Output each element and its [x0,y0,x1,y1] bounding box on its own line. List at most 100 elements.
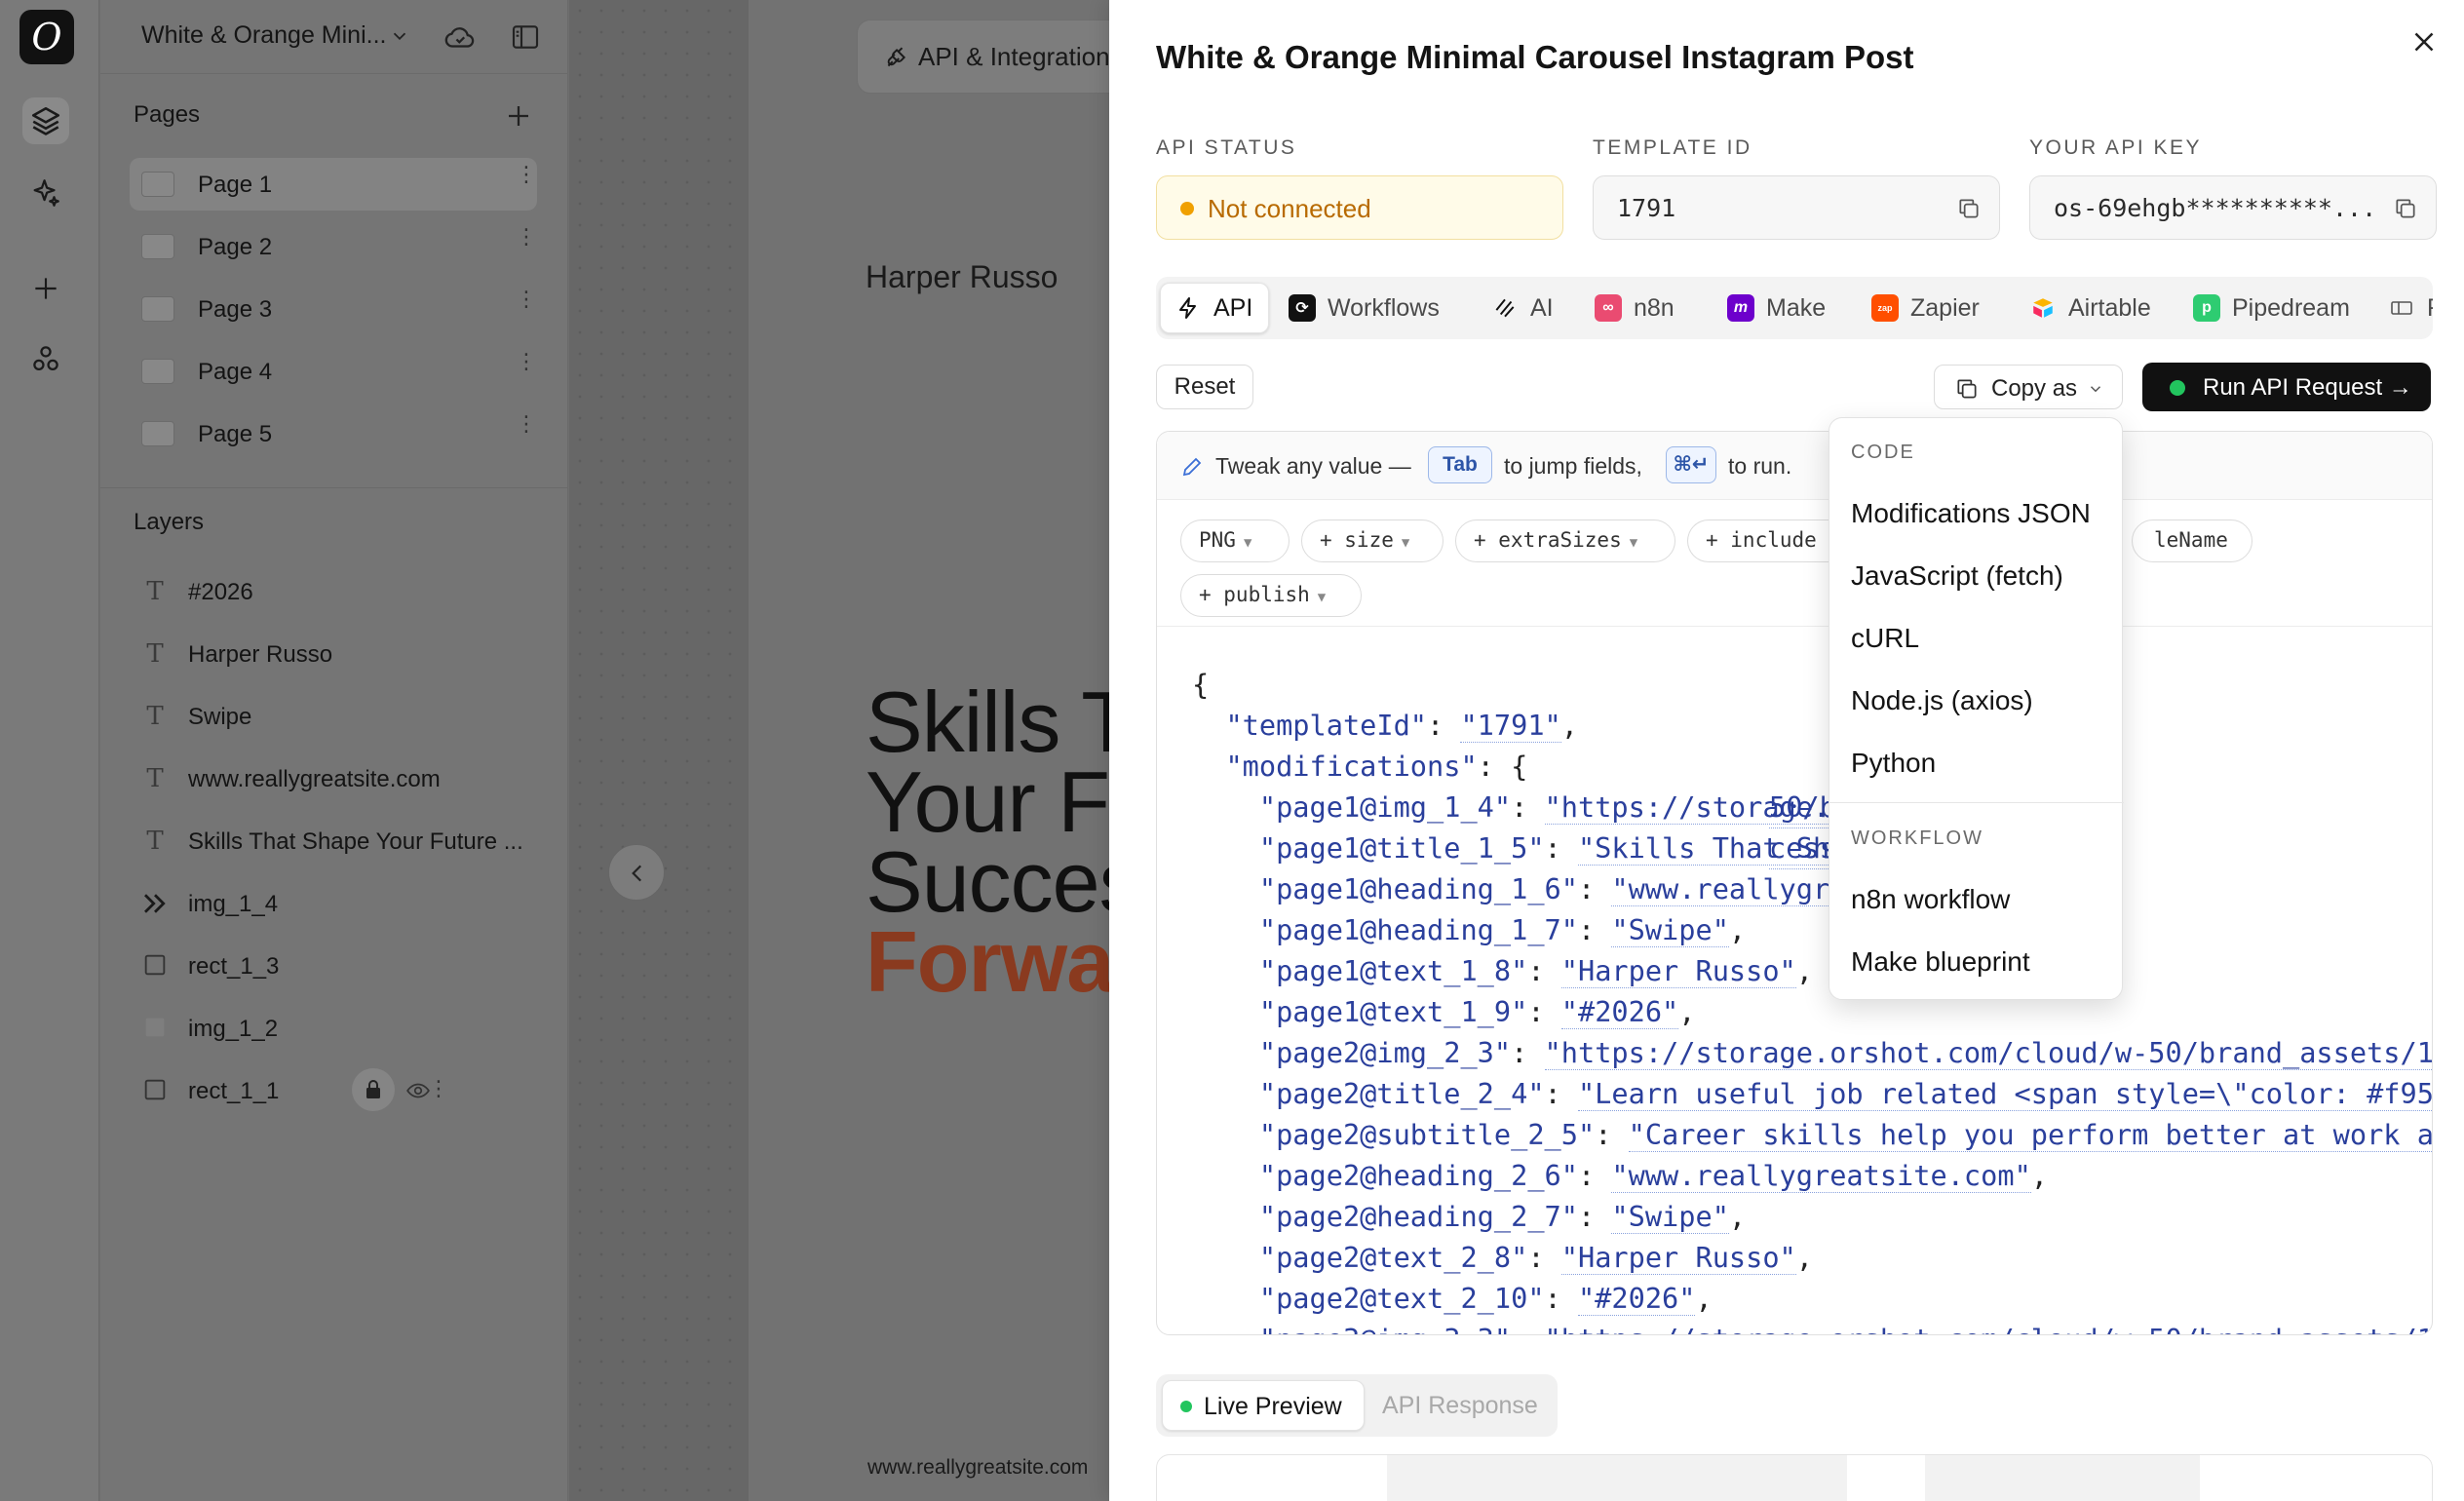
more-options-icon[interactable]: ⋮ [516,289,537,310]
ai-sparkle-icon[interactable] [22,170,69,216]
json-code-block[interactable]: { "templateId": "1791", "modifications":… [1192,664,2432,1334]
filename-chip[interactable]: leName [2132,520,2252,562]
layer-more-icon[interactable]: ⋮ [428,1076,449,1101]
tab-workflows[interactable]: ⟳ Workflows [1275,283,1470,333]
page-thumbnail [141,296,174,322]
code-line: "page2@text_2_10": "#2026", [1258,1282,1713,1316]
size-chip[interactable]: + size ▼ [1301,520,1444,562]
page-item-5[interactable]: Page 5 ⋮ [130,407,537,460]
toggle-sidebar-icon[interactable] [510,21,541,53]
chevron-down-icon: ▼ [1317,590,1327,605]
text-layer-icon: T [146,702,164,731]
menu-item-modifications-json[interactable]: Modifications JSON [1851,498,2091,529]
api-integrations-button[interactable]: API & Integrations [857,19,1149,94]
close-icon[interactable] [2407,25,2441,58]
tab-n8n[interactable]: ∞ n8n [1581,283,1708,333]
modal-title: White & Orange Minimal Carousel Instagra… [1156,39,1914,75]
left-rail: O [0,0,99,1501]
json-key: "page1@text_1_8" [1258,954,1528,987]
bolt-icon [1174,294,1202,322]
layer-item[interactable]: T #2026 [139,567,549,616]
copy-icon[interactable] [2393,196,2418,221]
menu-item-curl[interactable]: cURL [1851,623,1919,654]
publish-chip[interactable]: + publish ▼ [1180,574,1362,617]
layer-item[interactable]: img_1_4 [139,879,549,928]
chevron-down-icon[interactable] [389,25,410,47]
add-icon[interactable] [22,265,69,312]
copy-as-dropdown: CODE Modifications JSON JavaScript (fetc… [1829,417,2124,1000]
layer-label: #2026 [188,579,253,605]
format-chip[interactable]: PNG ▼ [1180,520,1290,562]
pages-layers-panel: White & Orange Mini... Pages Page 1 ⋮ Pa… [100,0,568,1501]
layer-item[interactable]: img_1_2 [139,1004,549,1053]
document-header: White & Orange Mini... [100,0,568,74]
json-key: "page2@title_2_4" [1258,1077,1545,1110]
layer-item[interactable]: T Skills That Shape Your Future ... [139,817,549,866]
menu-item-javascript-fetch[interactable]: JavaScript (fetch) [1851,560,2063,592]
dropdown-section-header: CODE [1851,442,1915,463]
page-label: Page 4 [198,359,273,385]
design-canvas[interactable]: Harper Russo Skills That Your Futur Succ… [569,0,1149,1501]
more-options-icon[interactable]: ⋮ [516,351,537,372]
app-logo-icon[interactable]: O [19,10,74,64]
code-line: "page2@title_2_4": "Learn useful job rel… [1192,1073,2432,1114]
add-page-icon[interactable] [504,101,533,131]
code-line: "page1@text_1_9": "#2026", [1258,995,1696,1029]
layer-item[interactable]: T Swipe [139,692,549,741]
chip-label: + publish [1199,583,1310,606]
layer-item[interactable]: T www.reallygreatsite.com [139,754,549,803]
cloud-sync-icon[interactable] [443,21,477,55]
tab-pipedream[interactable]: p Pipedream [2179,283,2370,333]
json-value: "1791" [1460,709,1561,743]
layers-icon[interactable] [22,97,69,144]
json-key: "page1@text_1_9" [1258,995,1528,1028]
n8n-icon: ∞ [1595,294,1622,322]
tab-airtable[interactable]: Airtable [2016,283,2172,333]
layer-item[interactable]: rect_1_1 ⋮ [139,1066,549,1115]
hint-text: to run. [1728,453,1792,479]
page-item-4[interactable]: Page 4 ⋮ [130,345,537,398]
preview-placeholder [1387,1455,1847,1501]
tab-form[interactable]: F [2374,283,2433,333]
tab-make[interactable]: m Make [1713,283,1850,333]
reset-button[interactable]: Reset [1156,365,1253,409]
tab-ai[interactable]: AI [1478,283,1575,333]
page-item-2[interactable]: Page 2 ⋮ [130,220,537,273]
menu-item-nodejs-axios[interactable]: Node.js (axios) [1851,685,2033,716]
extra-sizes-chip[interactable]: + extraSizes ▼ [1455,520,1675,562]
tab-api[interactable]: API [1160,283,1269,333]
request-editor: Tweak any value — Tab to jump fields, ⌘↵… [1156,431,2433,1335]
json-value: "Harper Russo" [1560,1241,1796,1275]
ai-icon [1491,294,1519,322]
layer-item[interactable]: rect_1_3 [139,942,549,990]
template-id-value: 1791 [1617,194,1676,222]
copy-icon[interactable] [1956,196,1982,221]
page-item-1[interactable]: Page 1 ⋮ [130,158,537,211]
previous-page-button[interactable] [608,844,665,901]
menu-item-n8n-workflow[interactable]: n8n workflow [1851,884,2010,915]
lock-button[interactable] [352,1068,395,1111]
page-item-3[interactable]: Page 3 ⋮ [130,283,537,335]
tab-api-response[interactable]: API Response [1382,1380,1538,1431]
hint-text: Tweak any value — [1215,453,1411,479]
document-title[interactable]: White & Orange Mini... [141,21,386,50]
more-options-icon[interactable]: ⋮ [516,164,537,185]
code-line: "page1@text_1_8": "Harper Russo", [1258,954,1813,988]
run-api-request-button[interactable]: Run API Request → [2142,363,2431,411]
tab-live-preview[interactable]: Live Preview [1162,1380,1365,1431]
preview-area [1156,1454,2433,1501]
layer-label: Swipe [188,704,252,730]
more-options-icon[interactable]: ⋮ [516,413,537,435]
copy-as-button[interactable]: Copy as [1934,365,2123,409]
tab-label: Airtable [2068,293,2151,322]
tab-zapier[interactable]: zap Zapier [1858,283,2010,333]
tab-label: AI [1530,293,1554,322]
more-options-icon[interactable]: ⋮ [516,226,537,248]
components-icon[interactable] [22,335,69,382]
chip-label: + include [1706,528,1817,552]
menu-item-python[interactable]: Python [1851,748,1936,779]
layer-item[interactable]: T Harper Russo [139,630,549,678]
menu-item-make-blueprint[interactable]: Make blueprint [1851,946,2030,978]
json-value: "https://storage.orshot.com/cloud/w-50/b… [1544,1036,2432,1070]
artboard[interactable]: Harper Russo Skills That Your Futur Succ… [749,0,1138,1501]
